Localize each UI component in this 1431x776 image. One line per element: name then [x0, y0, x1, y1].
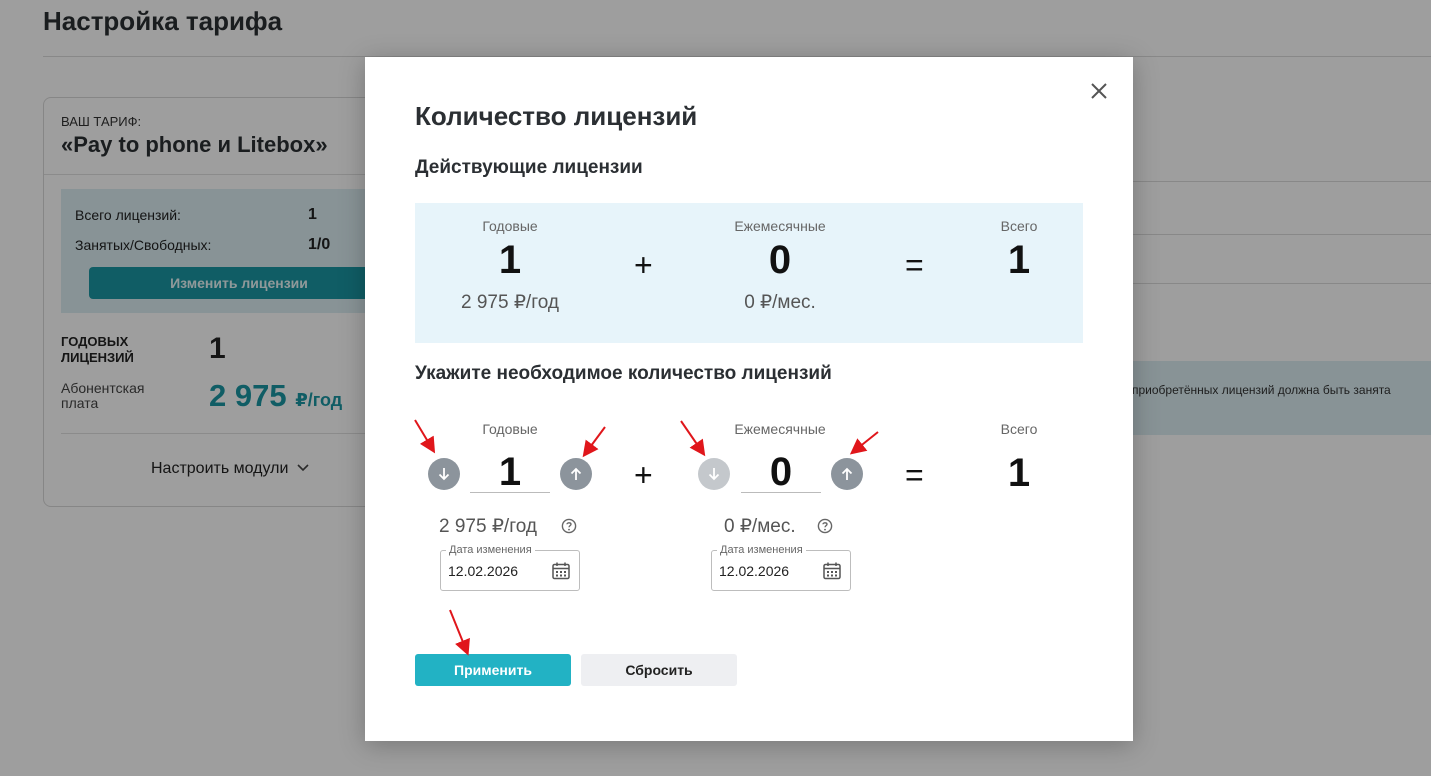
- apply-button[interactable]: Применить: [415, 654, 571, 686]
- monthly-increase-button[interactable]: [831, 458, 863, 490]
- annual-increase-button[interactable]: [560, 458, 592, 490]
- monthly-date-field[interactable]: Дата изменения: [711, 544, 851, 591]
- current-annual-value: 1: [498, 238, 522, 282]
- current-monthly-column: Ежемесячные 0 0 ₽/мес.: [720, 203, 840, 314]
- needed-annual-label: Годовые: [482, 421, 538, 437]
- current-total-label: Всего: [1000, 218, 1038, 234]
- reset-button[interactable]: Сбросить: [581, 654, 737, 686]
- annual-date-input[interactable]: [448, 563, 548, 579]
- equals-sign: =: [905, 457, 924, 493]
- calendar-icon[interactable]: [822, 561, 842, 581]
- annual-date-field[interactable]: Дата изменения: [440, 544, 580, 591]
- date-field-label: Дата изменения: [717, 544, 806, 556]
- current-annual-label: Годовые: [482, 218, 538, 234]
- modal-title: Количество лицензий: [415, 101, 698, 131]
- arrow-down-icon: [708, 468, 720, 481]
- help-icon[interactable]: [817, 518, 833, 534]
- arrow-up-icon: [841, 467, 853, 480]
- current-monthly-value: 0: [768, 238, 792, 282]
- needed-monthly-price: 0 ₽/мес.: [724, 516, 796, 537]
- needed-annual-price: 2 975 ₽/год: [439, 516, 537, 537]
- current-annual-price: 2 975 ₽/год: [461, 292, 559, 313]
- calendar-icon[interactable]: [551, 561, 571, 581]
- current-total-column: Всего 1: [979, 203, 1059, 283]
- monthly-date-input[interactable]: [719, 563, 819, 579]
- annual-decrease-button[interactable]: [428, 458, 460, 490]
- plus-sign: +: [634, 457, 653, 493]
- current-total-value: 1: [1007, 238, 1031, 282]
- monthly-decrease-button[interactable]: [698, 458, 730, 490]
- date-field-label: Дата изменения: [446, 544, 535, 556]
- help-icon[interactable]: [561, 518, 577, 534]
- arrow-down-icon: [438, 468, 450, 481]
- needed-monthly-label: Ежемесячные: [734, 421, 826, 437]
- licenses-modal: Количество лицензий Действующие лицензии…: [365, 57, 1133, 741]
- needed-licenses-title: Укажите необходимое количество лицензий: [415, 363, 832, 384]
- needed-total-label: Всего: [1000, 421, 1038, 437]
- current-licenses-summary: Годовые 1 2 975 ₽/год + Ежемесячные 0 0 …: [415, 203, 1083, 343]
- current-monthly-label: Ежемесячные: [734, 218, 826, 234]
- arrow-up-icon: [570, 467, 582, 480]
- equals-sign: =: [905, 247, 924, 283]
- monthly-quantity-input[interactable]: [741, 453, 821, 493]
- annual-quantity-input[interactable]: [470, 453, 550, 493]
- current-monthly-price: 0 ₽/мес.: [744, 292, 816, 313]
- plus-sign: +: [634, 247, 653, 283]
- current-licenses-title: Действующие лицензии: [415, 157, 643, 178]
- needed-total-value: 1: [1007, 451, 1031, 495]
- close-icon: [1091, 83, 1107, 99]
- close-button[interactable]: [1087, 79, 1111, 103]
- current-annual-column: Годовые 1 2 975 ₽/год: [450, 203, 570, 314]
